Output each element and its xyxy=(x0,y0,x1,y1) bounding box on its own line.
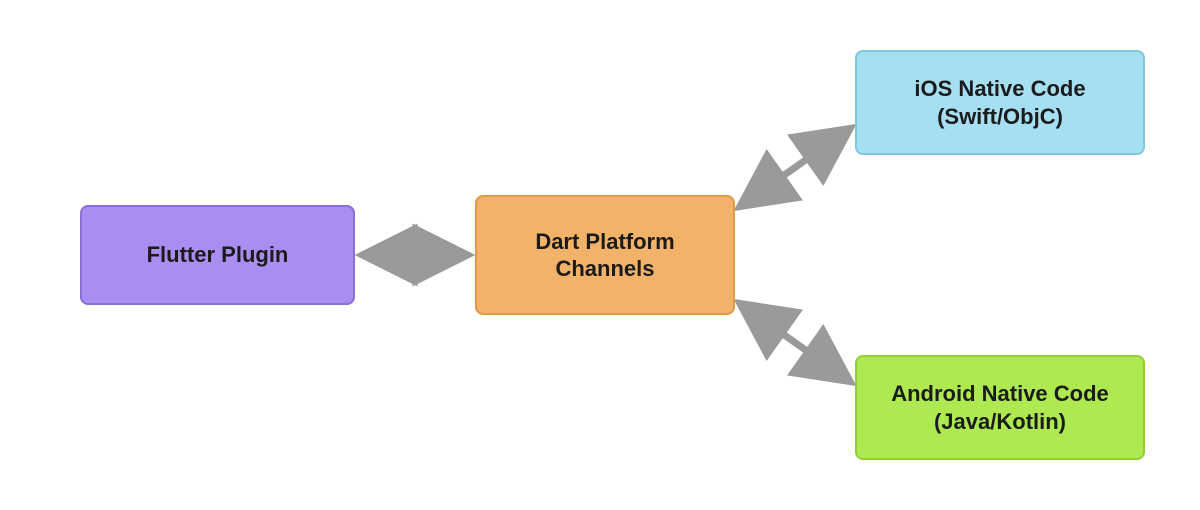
node-flutter-plugin: Flutter Plugin xyxy=(80,205,355,305)
node-label: iOS Native Code (Swift/ObjC) xyxy=(871,75,1129,130)
node-android-native: Android Native Code (Java/Kotlin) xyxy=(855,355,1145,460)
node-dart-platform-channels: Dart Platform Channels xyxy=(475,195,735,315)
node-label: Dart Platform Channels xyxy=(491,228,719,283)
edge-channels-ios xyxy=(742,130,848,205)
node-ios-native: iOS Native Code (Swift/ObjC) xyxy=(855,50,1145,155)
node-label: Android Native Code (Java/Kotlin) xyxy=(871,380,1129,435)
node-label: Flutter Plugin xyxy=(147,241,289,269)
edge-channels-android xyxy=(742,305,848,380)
diagram-canvas: Flutter Plugin Dart Platform Channels iO… xyxy=(0,0,1200,510)
